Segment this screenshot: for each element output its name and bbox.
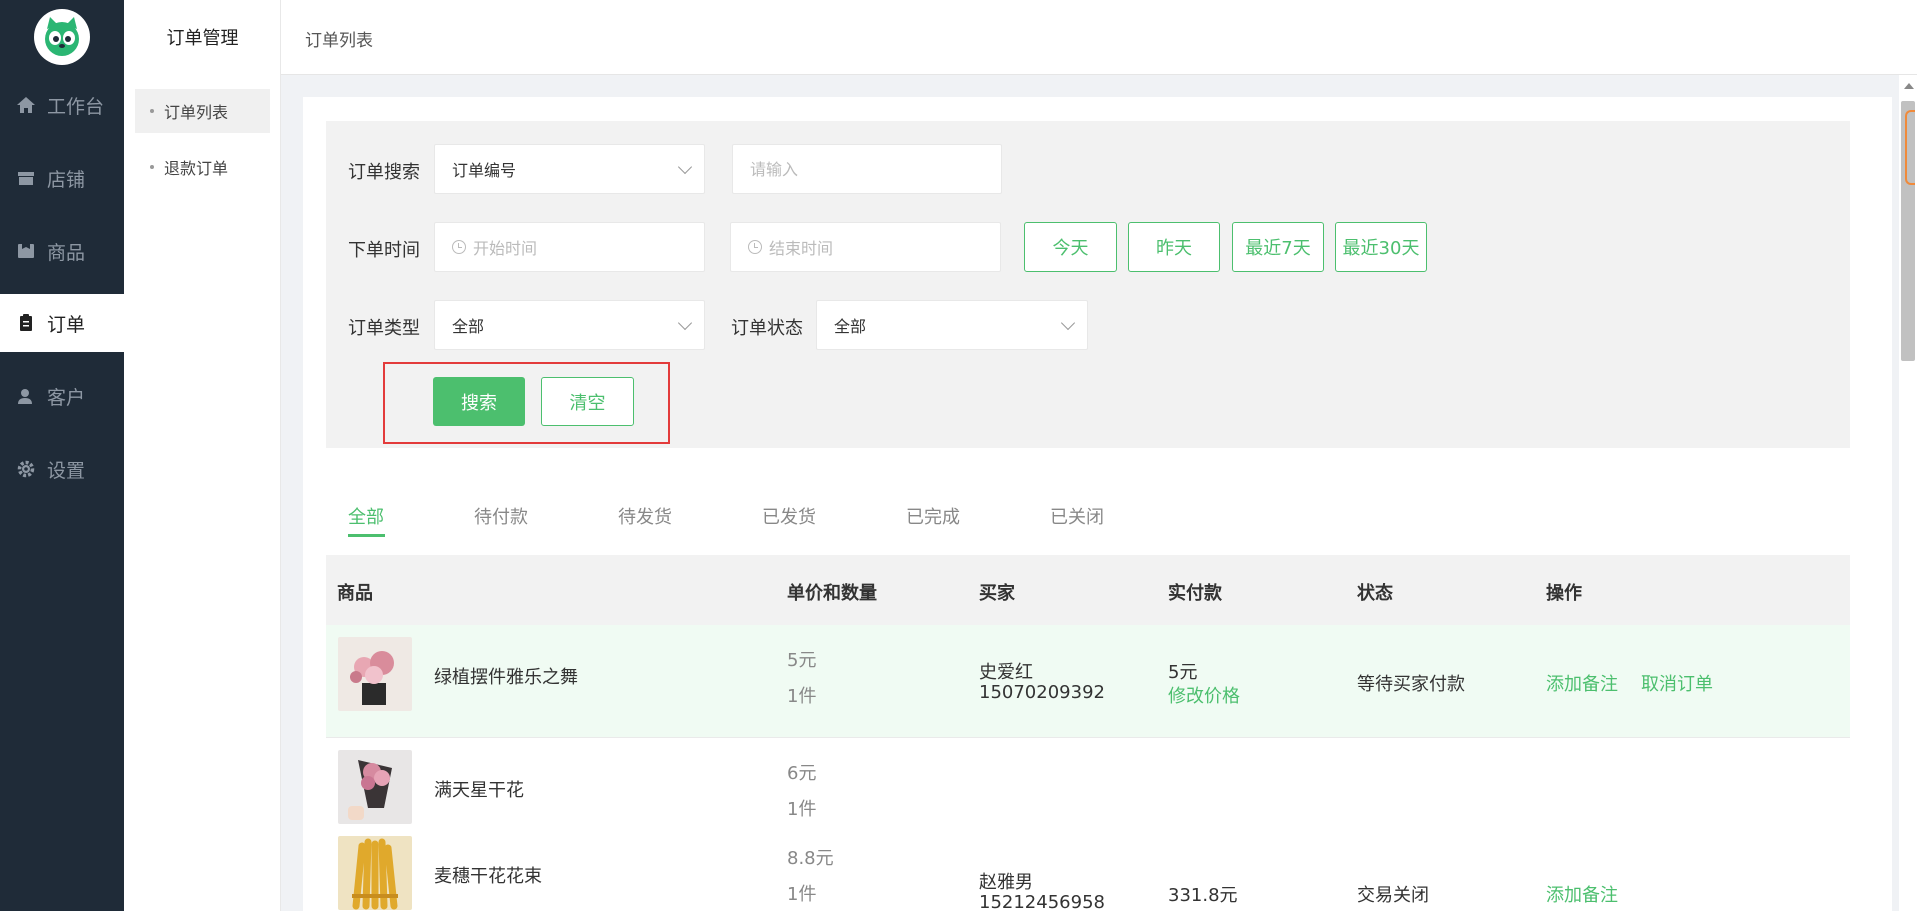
end-time-placeholder: 结束时间 <box>769 239 834 258</box>
column-header-status: 状态 <box>1357 583 1393 604</box>
order-type-select[interactable]: 全部 <box>434 300 705 350</box>
start-time-input[interactable]: 开始时间 <box>434 222 705 272</box>
order-time-label: 下单时间 <box>348 240 420 261</box>
nav-item-store[interactable]: 店铺 <box>0 149 124 207</box>
product-name[interactable]: 麦穗干花花束 <box>434 862 542 888</box>
clock-icon <box>748 240 762 254</box>
paid-amount: 331.8元 <box>1168 885 1238 906</box>
paid-amount: 5元 <box>1168 662 1198 683</box>
order-status: 等待买家付款 <box>1357 674 1465 695</box>
nav-item-label: 订单 <box>47 313 86 336</box>
nav-item-label: 商品 <box>47 241 86 264</box>
column-header-product: 商品 <box>337 583 373 604</box>
order-icon <box>15 312 37 334</box>
chevron-down-icon <box>677 159 693 175</box>
page-header: 订单列表 <box>281 0 1917 75</box>
store-icon <box>15 167 37 189</box>
nav-item-workbench[interactable]: 工作台 <box>0 76 124 134</box>
chevron-down-icon <box>677 315 693 331</box>
select-value: 全部 <box>834 317 867 336</box>
tab-completed[interactable]: 已完成 <box>906 503 960 529</box>
quantity: 1件 <box>787 686 817 707</box>
today-button[interactable]: 今天 <box>1024 222 1117 272</box>
nav-item-label: 客户 <box>47 386 86 409</box>
nav-item-label: 店铺 <box>47 168 86 191</box>
tab-pending-shipment[interactable]: 待发货 <box>618 503 672 529</box>
buyer-name: 史爱红 <box>979 662 1033 683</box>
quantity: 1件 <box>787 884 817 905</box>
unit-price: 8.8元 <box>787 848 834 869</box>
scroll-up-arrow-icon[interactable] <box>1904 83 1914 89</box>
quantity: 1件 <box>787 799 817 820</box>
start-time-placeholder: 开始时间 <box>473 239 538 258</box>
nav-item-customers[interactable]: 客户 <box>0 367 124 425</box>
tab-pending-payment[interactable]: 待付款 <box>474 503 528 529</box>
nav-item-settings[interactable]: 设置 <box>0 440 124 498</box>
select-value: 订单编号 <box>452 161 517 180</box>
select-value: 全部 <box>452 317 485 336</box>
main-nav: 工作台 店铺 商品 订单 客户 设置 <box>0 0 124 911</box>
order-status-select[interactable]: 全部 <box>816 300 1088 350</box>
order-status-label: 订单状态 <box>731 318 803 339</box>
order-search-input[interactable] <box>750 159 976 179</box>
scroll-accent-indicator <box>1905 110 1915 185</box>
nav-item-orders[interactable]: 订单 <box>0 294 124 352</box>
subnav-item-order-list[interactable]: 订单列表 <box>135 89 270 133</box>
gear-icon <box>15 458 37 480</box>
product-thumbnail[interactable] <box>338 836 412 910</box>
product-icon <box>15 240 37 262</box>
column-header-paid: 实付款 <box>1168 583 1222 604</box>
active-tab-indicator <box>348 534 385 537</box>
product-thumbnail[interactable] <box>338 750 412 824</box>
add-note-link[interactable]: 添加备注 <box>1546 670 1618 696</box>
buyer-phone: 15212456958 <box>979 892 1105 911</box>
end-time-input[interactable]: 结束时间 <box>730 222 1001 272</box>
bullet-icon <box>150 165 154 169</box>
chevron-down-icon <box>1060 315 1076 331</box>
subnav-title: 订单管理 <box>166 28 239 49</box>
breadcrumb: 订单列表 <box>305 31 373 51</box>
unit-price: 5元 <box>787 650 817 671</box>
yesterday-button[interactable]: 昨天 <box>1128 222 1220 272</box>
clock-icon <box>452 240 466 254</box>
table-header: 商品 单价和数量 买家 实付款 状态 操作 <box>326 555 1850 625</box>
product-thumbnail[interactable] <box>338 637 412 711</box>
column-header-price-qty: 单价和数量 <box>787 583 877 604</box>
last-7-days-button[interactable]: 最近7天 <box>1232 222 1324 272</box>
nav-item-products[interactable]: 商品 <box>0 222 124 280</box>
nav-item-label: 工作台 <box>47 95 105 118</box>
order-search-input-wrap <box>732 144 1002 194</box>
bullet-icon <box>150 109 154 113</box>
product-name[interactable]: 绿植摆件雅乐之舞 <box>434 663 578 689</box>
search-button[interactable]: 搜索 <box>433 377 525 426</box>
column-header-buyer: 买家 <box>979 583 1015 604</box>
order-type-label: 订单类型 <box>348 318 420 339</box>
order-search-field-select[interactable]: 订单编号 <box>434 144 705 194</box>
row-divider <box>326 737 1850 738</box>
customer-icon <box>15 385 37 407</box>
subnav-item-label: 退款订单 <box>164 159 229 178</box>
cancel-order-link[interactable]: 取消订单 <box>1641 670 1713 696</box>
subnav-item-label: 订单列表 <box>164 103 229 122</box>
edit-price-link[interactable]: 修改价格 <box>1168 682 1240 708</box>
home-icon <box>15 94 37 116</box>
last-30-days-button[interactable]: 最近30天 <box>1335 222 1427 272</box>
tab-all[interactable]: 全部 <box>348 503 384 529</box>
sub-nav: 订单管理 订单列表 退款订单 <box>124 0 281 911</box>
tab-closed[interactable]: 已关闭 <box>1050 503 1104 529</box>
column-header-actions: 操作 <box>1546 583 1582 604</box>
order-search-label: 订单搜索 <box>348 162 420 183</box>
clear-button[interactable]: 清空 <box>541 377 634 426</box>
cat-logo-icon[interactable] <box>34 9 90 65</box>
add-note-link[interactable]: 添加备注 <box>1546 881 1618 907</box>
buyer-name: 赵雅男 <box>979 872 1033 893</box>
tab-shipped[interactable]: 已发货 <box>762 503 816 529</box>
nav-item-label: 设置 <box>47 459 86 482</box>
order-status: 交易关闭 <box>1357 885 1429 906</box>
subnav-item-refund-orders[interactable]: 退款订单 <box>135 145 270 189</box>
product-name[interactable]: 满天星干花 <box>434 776 524 802</box>
unit-price: 6元 <box>787 763 817 784</box>
buyer-phone: 15070209392 <box>979 682 1105 703</box>
